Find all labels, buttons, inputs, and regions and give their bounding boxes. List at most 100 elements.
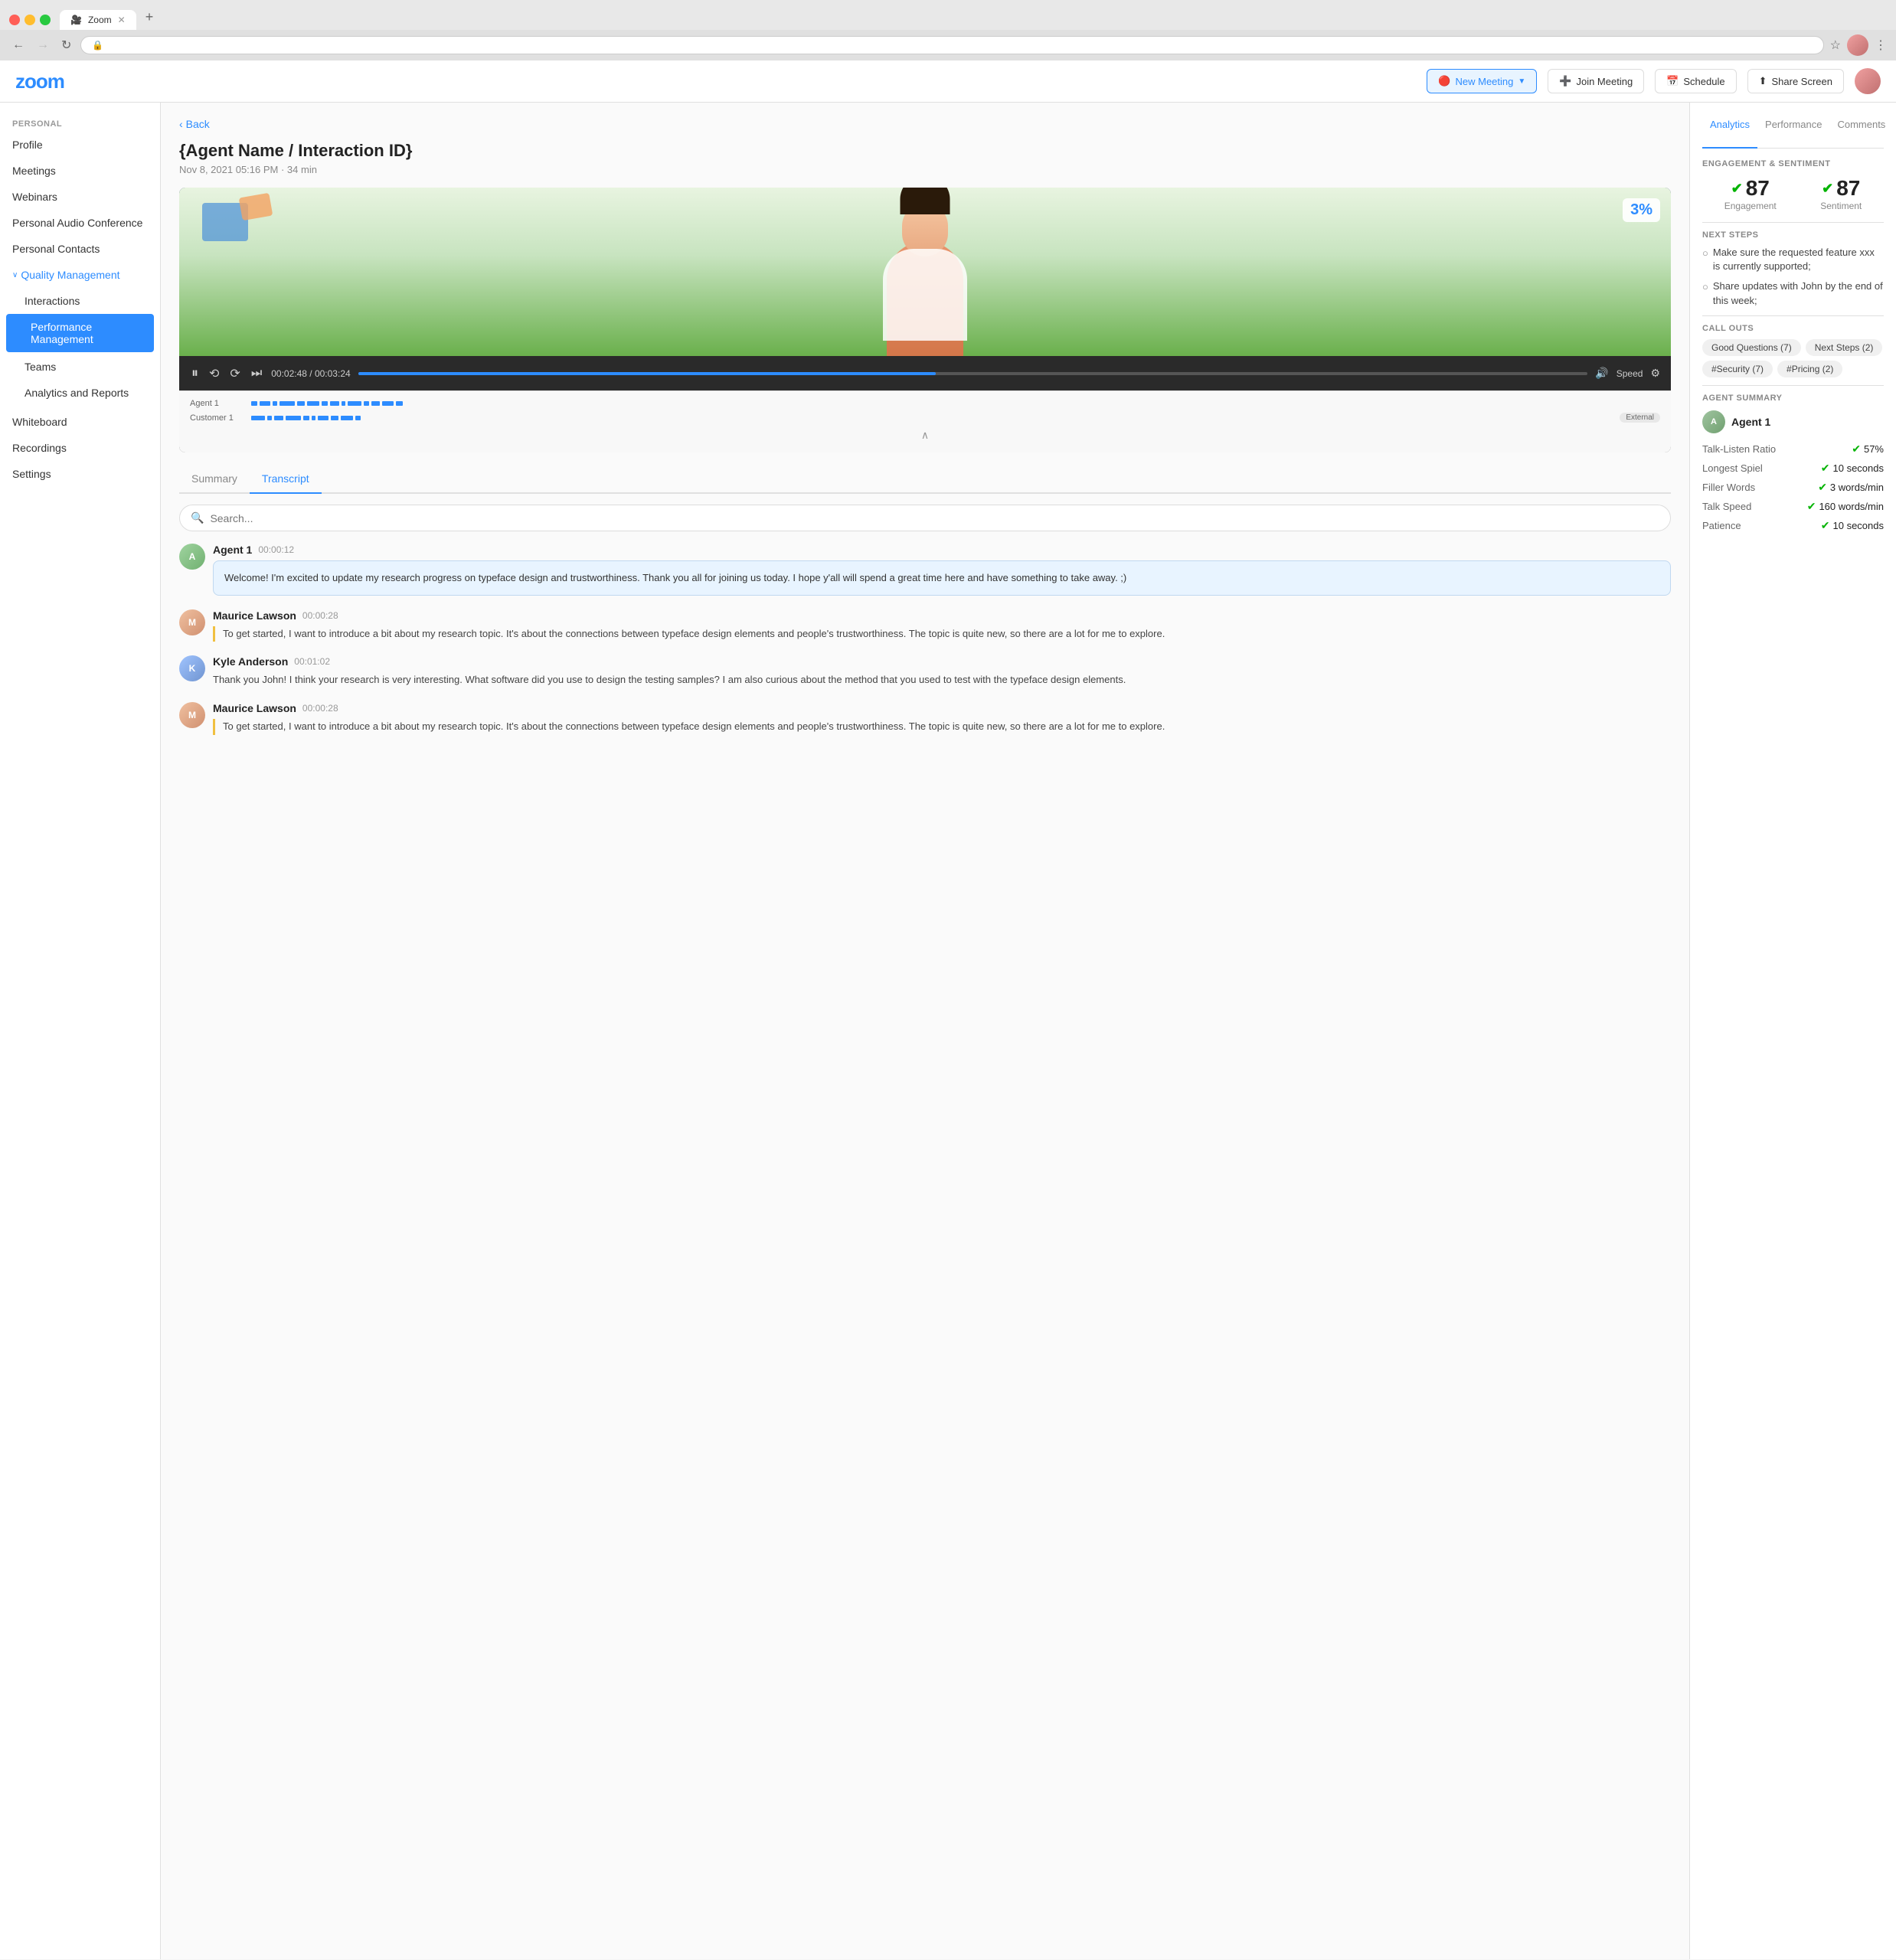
new-tab-button[interactable]: + xyxy=(139,6,160,28)
speed-label[interactable]: Speed xyxy=(1617,368,1643,379)
callout-tag-good-questions[interactable]: Good Questions (7) xyxy=(1702,339,1801,356)
callout-tag-security[interactable]: #Security (7) xyxy=(1702,361,1773,377)
transcript-messages: A Agent 1 00:00:12 Welcome! I'm excited … xyxy=(179,544,1671,735)
callout-tag-pricing[interactable]: #Pricing (2) xyxy=(1777,361,1842,377)
join-meeting-label: Join Meeting xyxy=(1576,76,1633,87)
sidebar-item-analytics[interactable]: Analytics and Reports xyxy=(0,380,160,406)
right-tab-interaction-info[interactable]: Interaction Info xyxy=(1893,113,1896,149)
quality-mgmt-label: Quality Management xyxy=(21,269,119,281)
metric-filler-words: Filler Words ✔ 3 words/min xyxy=(1702,481,1884,494)
content-tabs: Summary Transcript xyxy=(179,465,1671,494)
engagement-check-icon: ✔ xyxy=(1731,181,1743,197)
traffic-light-red[interactable] xyxy=(9,15,20,25)
play-pause-button[interactable]: ⏸ xyxy=(190,364,200,383)
lock-icon: 🔒 xyxy=(92,40,103,51)
message-4-header: Maurice Lawson 00:00:28 xyxy=(213,702,1671,714)
right-panel: Analytics Performance Comments Interacti… xyxy=(1689,103,1896,1959)
main-content: ‹ Back {Agent Name / Interaction ID} Nov… xyxy=(161,103,1896,1959)
tab-close-icon[interactable]: ✕ xyxy=(118,15,126,25)
metric-check-1: ✔ xyxy=(1821,462,1830,475)
message-2-time: 00:00:28 xyxy=(302,610,338,621)
browser-chrome: 🎥 Zoom ✕ + ← → ↻ 🔒 ☆ ⋮ xyxy=(0,0,1896,60)
sentiment-score-block: ✔ 87 Sentiment xyxy=(1820,176,1862,211)
zoom-header: zoom 🔴 New Meeting ▼ ➕ Join Meeting 📅 Sc… xyxy=(0,60,1896,103)
tab-transcript[interactable]: Transcript xyxy=(250,465,322,494)
sidebar-item-personal-audio[interactable]: Personal Audio Conference xyxy=(0,210,160,236)
sidebar-item-recordings[interactable]: Recordings xyxy=(0,435,160,461)
transcript-search-box[interactable]: 🔍 xyxy=(179,505,1671,531)
kyle-avatar: K xyxy=(179,655,205,681)
search-icon: 🔍 xyxy=(191,511,204,524)
metric-longest-spiel-label: Longest Spiel xyxy=(1702,462,1763,474)
progress-bar[interactable] xyxy=(358,372,1588,375)
engagement-section-title: ENGAGEMENT & SENTIMENT xyxy=(1702,159,1884,168)
transcript-search-input[interactable] xyxy=(210,512,1659,524)
external-tag: External xyxy=(1620,413,1660,423)
analytics-label: Analytics and Reports xyxy=(25,387,129,399)
message-3-content: Kyle Anderson 00:01:02 Thank you John! I… xyxy=(213,655,1671,688)
new-meeting-icon: 🔴 xyxy=(1438,75,1450,87)
tab-bar: 🎥 Zoom ✕ + xyxy=(0,0,1896,30)
new-meeting-button[interactable]: 🔴 New Meeting ▼ xyxy=(1427,69,1537,93)
engagement-label: Engagement xyxy=(1724,201,1777,211)
message-4-content: Maurice Lawson 00:00:28 To get started, … xyxy=(213,702,1671,735)
video-container: 3% ⏸ ⟲ ⟳ ⏭ 00:02:48 / 00:03:24 xyxy=(179,188,1671,452)
sentiment-check-icon: ✔ xyxy=(1822,181,1833,197)
schedule-button[interactable]: 📅 Schedule xyxy=(1655,69,1736,93)
metric-talk-listen-label: Talk-Listen Ratio xyxy=(1702,443,1776,455)
right-tab-performance[interactable]: Performance xyxy=(1757,113,1829,149)
sidebar-item-interactions[interactable]: Interactions xyxy=(0,288,160,314)
browser-tab[interactable]: 🎥 Zoom ✕ xyxy=(60,10,136,30)
user-avatar[interactable] xyxy=(1855,68,1881,94)
right-tab-analytics[interactable]: Analytics xyxy=(1702,113,1757,149)
menu-icon[interactable]: ⋮ xyxy=(1875,38,1887,53)
sidebar-item-quality-management[interactable]: ∨ Quality Management xyxy=(0,262,160,288)
refresh-button[interactable]: ↻ xyxy=(58,36,74,54)
current-time: 00:02:48 xyxy=(271,368,307,379)
sidebar-item-meetings[interactable]: Meetings xyxy=(0,158,160,184)
performance-mgmt-label: Performance Management xyxy=(12,321,148,345)
agent-summary-header: A Agent 1 xyxy=(1702,410,1884,433)
callout-tag-next-steps[interactable]: Next Steps (2) xyxy=(1806,339,1883,356)
forward-nav-button[interactable]: → xyxy=(34,37,52,54)
tab-summary[interactable]: Summary xyxy=(179,465,250,494)
volume-icon[interactable]: 🔊 xyxy=(1595,367,1608,380)
address-bar[interactable]: 🔒 xyxy=(80,36,1823,54)
sidebar-item-performance-management[interactable]: Performance Management xyxy=(6,314,154,352)
next-step-2: ○ Share updates with John by the end of … xyxy=(1702,279,1884,307)
scores-row: ✔ 87 Engagement ✔ 87 Sentiment xyxy=(1702,176,1884,211)
traffic-light-yellow[interactable] xyxy=(25,15,35,25)
time-display: 00:02:48 / 00:03:24 xyxy=(271,368,350,379)
sidebar-item-profile[interactable]: Profile xyxy=(0,132,160,158)
sidebar-item-whiteboard[interactable]: Whiteboard xyxy=(0,409,160,435)
back-nav-button[interactable]: ← xyxy=(9,37,28,54)
bookmark-icon[interactable]: ☆ xyxy=(1830,38,1841,53)
sidebar-item-teams[interactable]: Teams xyxy=(0,354,160,380)
user-profile-avatar[interactable] xyxy=(1847,34,1868,56)
engagement-score-block: ✔ 87 Engagement xyxy=(1724,176,1777,211)
forward-button[interactable]: ⟳ xyxy=(228,364,241,383)
sidebar-item-personal-contacts[interactable]: Personal Contacts xyxy=(0,236,160,262)
traffic-light-green[interactable] xyxy=(40,15,51,25)
message-1-speaker: Agent 1 xyxy=(213,544,252,556)
personal-contacts-label: Personal Contacts xyxy=(12,243,100,255)
timeline-collapse-button[interactable]: ∧ xyxy=(190,426,1660,445)
share-screen-button[interactable]: ⬆ Share Screen xyxy=(1747,69,1844,93)
divider-2 xyxy=(1702,315,1884,316)
skip-button[interactable]: ⏭ xyxy=(250,365,263,382)
right-tab-comments[interactable]: Comments xyxy=(1829,113,1893,149)
sidebar-item-webinars[interactable]: Webinars xyxy=(0,184,160,210)
back-button[interactable]: ‹ Back xyxy=(179,118,1671,130)
sidebar-item-settings[interactable]: Settings xyxy=(0,461,160,487)
rewind-button[interactable]: ⟲ xyxy=(208,364,221,383)
profile-label: Profile xyxy=(12,139,43,151)
next-step-1-text: Make sure the requested feature xxx is c… xyxy=(1713,246,1884,273)
metric-patience-value: ✔ 10 seconds xyxy=(1821,519,1884,532)
next-step-2-text: Share updates with John by the end of th… xyxy=(1713,279,1884,307)
app-body: PERSONAL Profile Meetings Webinars Perso… xyxy=(0,103,1896,1959)
next-step-1: ○ Make sure the requested feature xxx is… xyxy=(1702,246,1884,273)
settings-gear-icon[interactable]: ⚙ xyxy=(1650,367,1660,380)
message-3-speaker: Kyle Anderson xyxy=(213,655,288,668)
join-meeting-button[interactable]: ➕ Join Meeting xyxy=(1548,69,1644,93)
whiteboard-label: Whiteboard xyxy=(12,416,67,428)
